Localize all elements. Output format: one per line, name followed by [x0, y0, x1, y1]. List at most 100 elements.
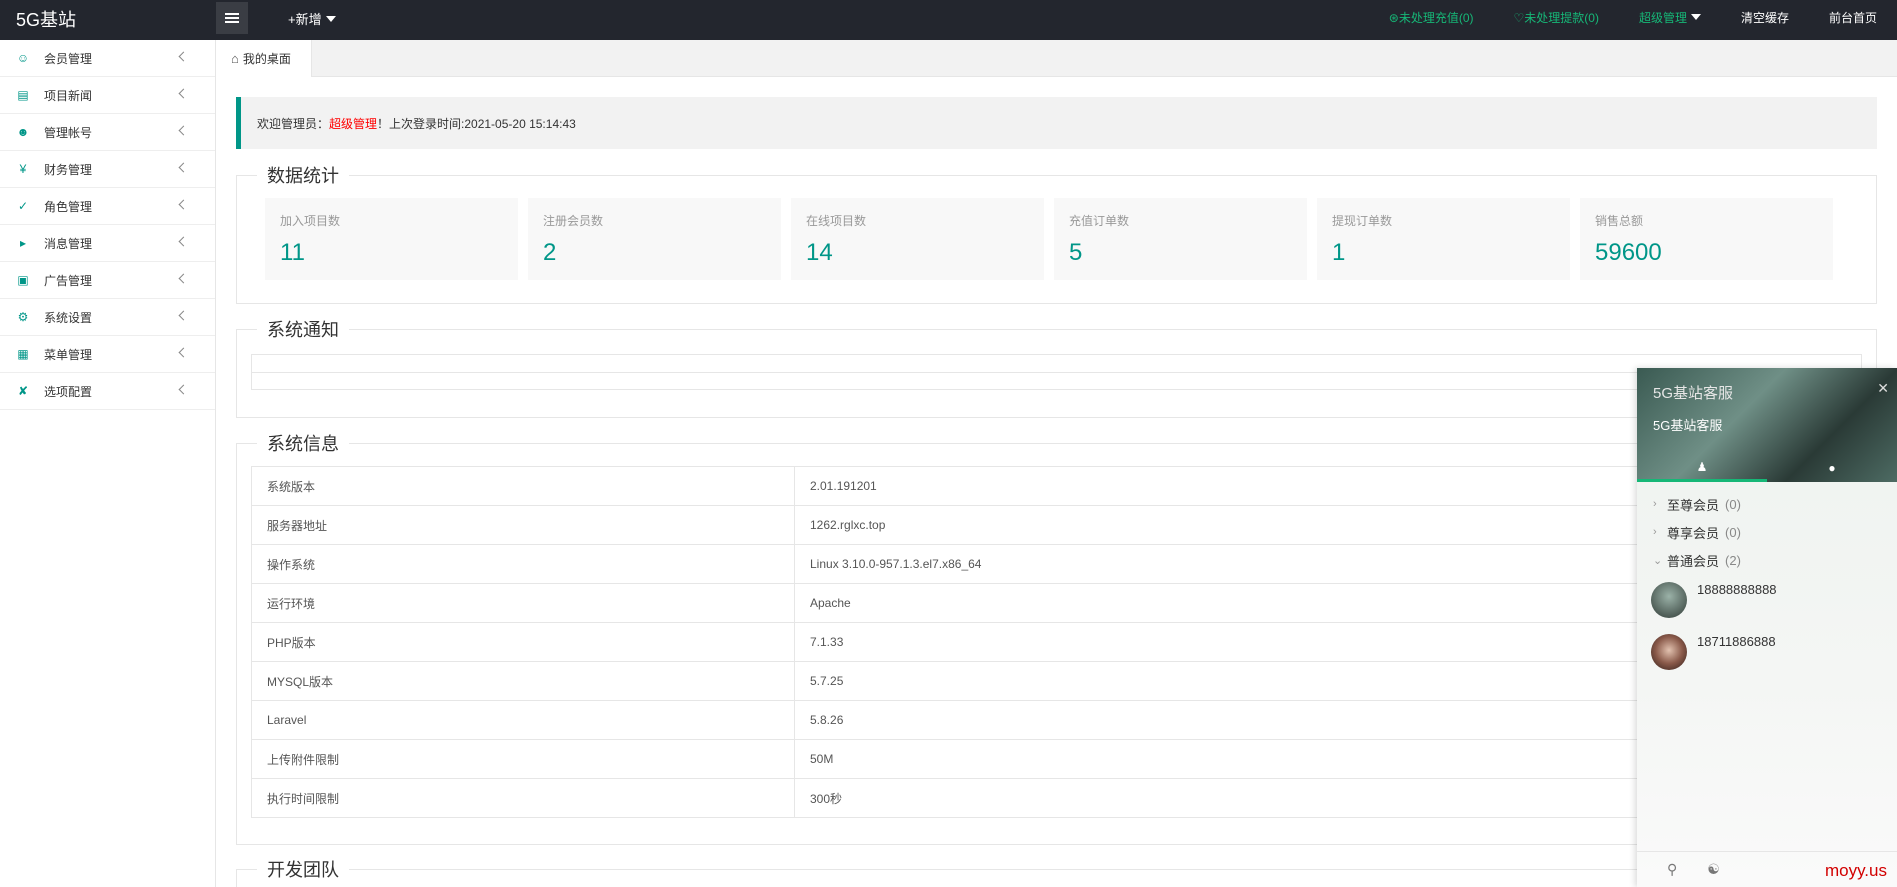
- sidebar-item-label: 角色管理: [44, 199, 93, 214]
- contact-group[interactable]: › 至尊会员 (0): [1637, 490, 1897, 518]
- book-icon: ▤: [17, 88, 29, 102]
- app-logo[interactable]: 5G基站: [16, 6, 76, 32]
- sidebar-item-options[interactable]: ✘ 选项配置: [0, 373, 215, 410]
- info-key: MYSQL版本: [251, 661, 795, 701]
- welcome-banner: 欢迎管理员： 超级管理 ！上次登录时间:2021-05-20 15:14:43: [236, 97, 1877, 149]
- table-row: 操作系统 Linux 3.10.0-957.1.3.el7.x86_64: [251, 544, 1862, 584]
- add-new-label: +新增: [288, 12, 322, 27]
- close-icon[interactable]: ✕: [1877, 380, 1889, 397]
- sidebar-item-menus[interactable]: ▦ 菜单管理: [0, 336, 215, 373]
- section-title: 开发团队: [267, 860, 339, 880]
- menu-toggle-button[interactable]: [216, 2, 248, 34]
- sidebar-item-label: 财务管理: [44, 162, 93, 177]
- chat-subtitle: 5G基站客服: [1653, 418, 1723, 433]
- add-new-dropdown[interactable]: +新增: [288, 9, 336, 28]
- sidebar-item-finance[interactable]: ¥ 财务管理: [0, 151, 215, 188]
- group-name: 尊享会员: [1667, 525, 1720, 541]
- stat-label: 销售总额: [1595, 214, 1644, 228]
- caret-down-icon: [1690, 13, 1701, 20]
- sidebar-item-label: 会员管理: [44, 51, 93, 66]
- stat-label: 注册会员数: [543, 214, 604, 228]
- sidebar-item-roles[interactable]: ✓ 角色管理: [0, 188, 215, 225]
- sidebar-item-label: 项目新闻: [44, 88, 93, 103]
- sidebar-item-label: 消息管理: [44, 236, 93, 251]
- group-count: (2): [1725, 552, 1741, 568]
- tab-friends[interactable]: ♟: [1637, 454, 1767, 482]
- tab-my-desktop[interactable]: ⌂ 我的桌面: [217, 40, 312, 77]
- chevron-left-icon: [178, 199, 189, 210]
- chat-tabs: ♟ ●: [1637, 454, 1897, 482]
- table-row: 系统版本 2.01.191201: [251, 466, 1862, 506]
- chevron-left-icon: [178, 273, 189, 284]
- sidebar-item-label: 系统设置: [44, 310, 93, 325]
- tab-label: 我的桌面: [242, 52, 291, 66]
- top-right-nav: ⊛未处理充值(0) ♡未处理提款(0) 超级管理 清空缓存 前台首页: [1369, 0, 1897, 34]
- front-home-link[interactable]: 前台首页: [1829, 9, 1877, 26]
- user-icon: ☺: [16, 51, 30, 65]
- notice-row: [251, 372, 1862, 390]
- notice-list: [237, 342, 1876, 408]
- table-row: PHP版本 7.1.33: [251, 622, 1862, 662]
- stat-value: 59600: [1595, 239, 1662, 266]
- sidebar-item-label: 广告管理: [44, 273, 93, 288]
- sidebar-item-messages[interactable]: ▸ 消息管理: [0, 225, 215, 262]
- top-bar: 5G基站 +新增 ⊛未处理充值(0) ♡未处理提款(0) 超级管理 清空缓存 前…: [0, 0, 1897, 40]
- clear-cache-link[interactable]: 清空缓存: [1741, 9, 1789, 26]
- sidebar-item-label: 管理帐号: [44, 125, 93, 140]
- stat-card: 销售总额 59600: [1580, 198, 1833, 280]
- tab-conversations[interactable]: ●: [1767, 454, 1897, 482]
- sysinfo-table: 系统版本 2.01.191201 服务器地址 1262.rglxc.top 操作系统…: [251, 466, 1862, 818]
- chevron-left-icon: [178, 236, 189, 247]
- chevron-left-icon: [178, 162, 189, 173]
- stat-card: 充值订单数 5: [1054, 198, 1307, 280]
- contact-list: › 至尊会员 (0) › 尊享会员 (0) ⌄ 普通会员 (2) 1888888…: [1637, 482, 1897, 678]
- info-key: 服务器地址: [251, 505, 795, 545]
- pending-recharge-link[interactable]: ⊛未处理充值(0): [1389, 9, 1474, 26]
- stat-card: 提现订单数 1: [1317, 198, 1570, 280]
- chevron-left-icon: [178, 88, 189, 99]
- sidebar-item-label: 菜单管理: [44, 347, 93, 362]
- contact-group[interactable]: › 尊享会员 (0): [1637, 518, 1897, 546]
- chevron-right-icon: ›: [1653, 526, 1657, 538]
- caret-down-icon: [325, 16, 336, 22]
- skin-icon[interactable]: ☯: [1707, 861, 1720, 878]
- group-count: (0): [1725, 496, 1741, 512]
- table-row: Laravel 5.8.26: [251, 700, 1862, 740]
- chevron-right-icon: ›: [1653, 498, 1657, 510]
- person-icon: ♟: [1696, 459, 1708, 474]
- chevron-left-icon: [178, 384, 189, 395]
- contact-group[interactable]: ⌄ 普通会员 (2): [1637, 546, 1897, 574]
- contact-item[interactable]: 18888888888: [1637, 574, 1897, 626]
- info-key: 执行时间限制: [251, 778, 795, 818]
- sidebar-item-news[interactable]: ▤ 项目新闻: [0, 77, 215, 114]
- group-name: 至尊会员: [1667, 497, 1720, 513]
- avatar: [1651, 582, 1687, 618]
- sidebar-item-accounts[interactable]: ☻ 管理帐号: [0, 114, 215, 151]
- admin-menu[interactable]: 超级管理: [1639, 9, 1701, 26]
- avatar: [1651, 634, 1687, 670]
- sidebar-item-members[interactable]: ☺ 会员管理: [0, 40, 215, 77]
- search-icon[interactable]: ⚲: [1667, 861, 1677, 878]
- stat-label: 在线项目数: [806, 214, 867, 228]
- contact-item[interactable]: 18711886888: [1637, 626, 1897, 678]
- stat-label: 充值订单数: [1069, 214, 1130, 228]
- chat-header: 5G基站客服 ✕ 5G基站客服 ♟ ●: [1637, 368, 1897, 482]
- pending-withdraw-link[interactable]: ♡未处理提款(0): [1514, 9, 1599, 26]
- notice-row: [251, 354, 1862, 372]
- users-icon: ☻: [16, 125, 30, 139]
- team-section: 开发团队: [236, 856, 1877, 887]
- sidebar-item-ads[interactable]: ▣ 广告管理: [0, 262, 215, 299]
- sidebar-item-settings[interactable]: ⚙ 系统设置: [0, 299, 215, 336]
- info-key: Laravel: [251, 700, 795, 740]
- table-row: 执行时间限制 300秒: [251, 778, 1862, 818]
- sidebar: ☺ 会员管理 ▤ 项目新闻 ☻ 管理帐号 ¥ 财务管理 ✓ 角色管理 ▸ 消息管…: [0, 40, 216, 887]
- stat-value: 2: [543, 239, 557, 266]
- image-icon: ▣: [17, 273, 29, 287]
- group-count: (0): [1725, 524, 1741, 540]
- stat-value: 5: [1069, 239, 1083, 266]
- chevron-down-icon: ⌄: [1653, 554, 1663, 567]
- info-key: 系统版本: [251, 466, 795, 506]
- chat-title: 5G基站客服: [1653, 385, 1734, 402]
- notice-section: 系统通知: [236, 316, 1877, 418]
- shield-icon: ✓: [17, 199, 29, 213]
